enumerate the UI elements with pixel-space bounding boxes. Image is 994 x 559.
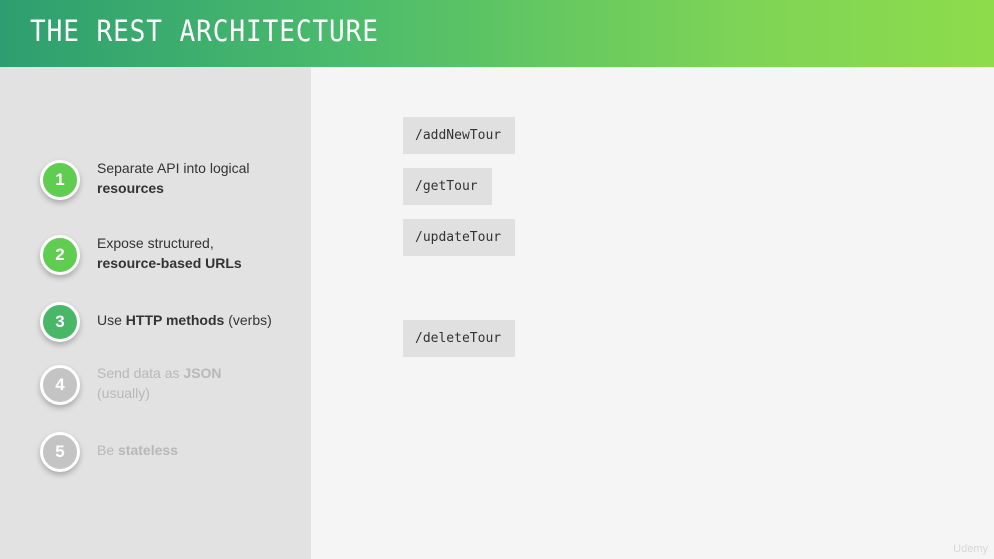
- step-text: Expose structured, resource-based URLs: [97, 235, 242, 271]
- udemy-watermark: Udemy: [953, 543, 988, 555]
- endpoint-delete-tour: /deleteTour: [403, 320, 516, 357]
- step-4: 4 Send data as JSON (usually): [40, 365, 305, 405]
- endpoint-update-tour: /updateTour: [403, 219, 516, 256]
- endpoint-add-new-tour: /addNewTour: [403, 117, 516, 154]
- step-5: 5 Be stateless: [40, 432, 305, 472]
- step-number-badge: 1: [40, 160, 80, 200]
- slide-title: THE REST ARCHITECTURE: [30, 14, 379, 48]
- step-number-badge: 3: [40, 302, 80, 342]
- step-number-badge: 4: [40, 365, 80, 405]
- step-text: Use HTTP methods (verbs): [97, 312, 272, 328]
- step-text: Send data as JSON (usually): [97, 365, 222, 401]
- slide-header: THE REST ARCHITECTURE: [0, 0, 994, 67]
- step-number-badge: 2: [40, 235, 80, 275]
- step-text: Be stateless: [97, 442, 178, 458]
- step-number-badge: 5: [40, 432, 80, 472]
- steps-panel: 1 Separate API into logical resources 2 …: [0, 67, 311, 559]
- step-2: 2 Expose structured, resource-based URLs: [40, 235, 305, 275]
- step-3: 3 Use HTTP methods (verbs): [40, 302, 305, 342]
- step-text: Separate API into logical resources: [97, 160, 250, 196]
- step-1: 1 Separate API into logical resources: [40, 160, 305, 200]
- endpoint-get-tour: /getTour: [403, 168, 492, 205]
